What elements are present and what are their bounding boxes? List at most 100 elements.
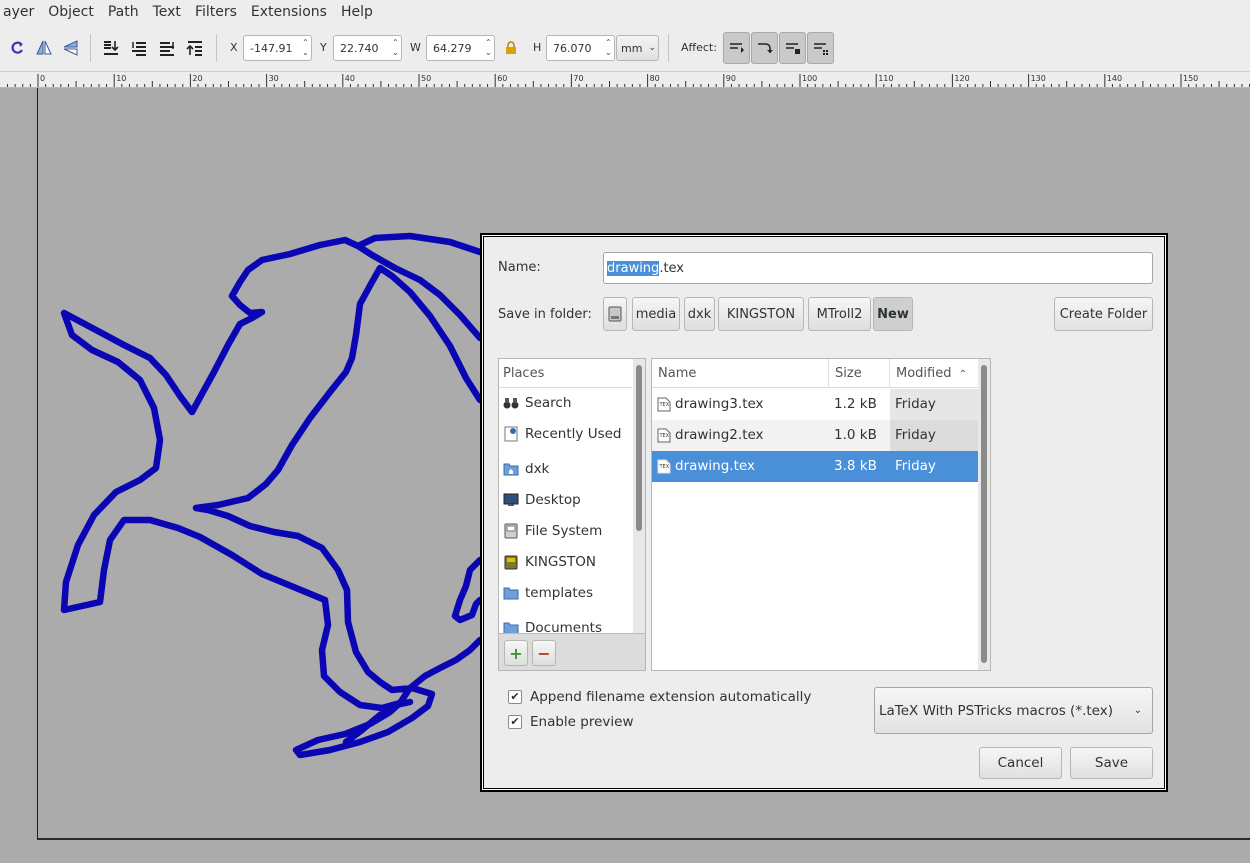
file-row[interactable]: TEX drawing3.tex 1.2 kB Friday bbox=[652, 389, 978, 420]
path-button-media[interactable]: media bbox=[632, 297, 680, 331]
w-input[interactable] bbox=[427, 41, 483, 55]
path-button-kingston[interactable]: KINGSTON bbox=[718, 297, 804, 331]
menu-layer[interactable]: ayer bbox=[0, 0, 41, 24]
append-extension-label[interactable]: Append filename extension automatically bbox=[530, 689, 811, 705]
column-modified-header[interactable]: Modified ⌃ bbox=[890, 359, 978, 388]
desktop-icon bbox=[503, 492, 519, 508]
sort-ascending-icon: ⌃ bbox=[958, 369, 968, 380]
path-root-button[interactable] bbox=[603, 297, 627, 331]
path-button-mtroll2[interactable]: MTroll2 bbox=[808, 297, 871, 331]
x-input[interactable] bbox=[244, 41, 300, 55]
place-dxk[interactable]: dxk bbox=[499, 455, 632, 483]
affect-label: Affect: bbox=[681, 41, 717, 54]
place-recently-used[interactable]: Recently Used bbox=[499, 420, 632, 448]
cancel-button[interactable]: Cancel bbox=[979, 747, 1062, 779]
affect-gradient-button[interactable] bbox=[779, 32, 806, 64]
ruler-label: 120 bbox=[954, 74, 969, 83]
path-button-dxk[interactable]: dxk bbox=[684, 297, 715, 331]
h-spin-arrows[interactable]: ⌃ ⌄ bbox=[603, 36, 614, 60]
ruler-label: 10 bbox=[116, 74, 126, 83]
menu-path[interactable]: Path bbox=[101, 0, 146, 24]
move-patterns-icon bbox=[813, 43, 828, 55]
h-input[interactable] bbox=[547, 41, 603, 55]
save-dialog: Name: drawing .tex Save in folder: media … bbox=[480, 233, 1168, 792]
ruler-label: 20 bbox=[192, 74, 202, 83]
unit-select[interactable]: mm ⌄ bbox=[616, 35, 659, 61]
affect-pattern-button[interactable] bbox=[807, 32, 834, 64]
remove-bookmark-button[interactable]: − bbox=[532, 640, 556, 666]
w-spin-arrows[interactable]: ⌃ ⌄ bbox=[483, 36, 494, 60]
enable-preview-label[interactable]: Enable preview bbox=[530, 714, 634, 730]
place-desktop[interactable]: Desktop bbox=[499, 486, 632, 514]
tex-file-icon: TEX bbox=[657, 459, 671, 474]
home-folder-icon bbox=[503, 461, 519, 477]
places-header[interactable]: Places bbox=[499, 359, 632, 388]
column-size-header[interactable]: Size bbox=[829, 359, 890, 388]
place-file-system[interactable]: File System bbox=[499, 517, 632, 545]
toolbar-separator bbox=[90, 34, 91, 62]
x-spinbox[interactable]: ⌃⌄ bbox=[243, 35, 312, 61]
flip-vertical-icon[interactable] bbox=[60, 37, 82, 59]
rotate-icon[interactable] bbox=[6, 37, 28, 59]
file-type-select[interactable]: LaTeX With PSTricks macros (*.tex) ⌄ bbox=[874, 687, 1153, 734]
toolbar-separator bbox=[668, 34, 669, 62]
place-templates[interactable]: templates bbox=[499, 579, 632, 607]
save-button[interactable]: Save bbox=[1070, 747, 1153, 779]
place-search[interactable]: Search bbox=[499, 389, 632, 417]
drive-icon bbox=[608, 306, 622, 322]
h-spinbox[interactable]: ⌃⌄ bbox=[546, 35, 615, 61]
place-label: Recently Used bbox=[525, 426, 622, 442]
affect-corner-scale-button[interactable] bbox=[751, 32, 778, 64]
chevron-down-icon: ⌄ bbox=[1133, 705, 1142, 716]
w-label: W bbox=[410, 41, 421, 54]
filename-input[interactable]: drawing .tex bbox=[603, 252, 1153, 284]
w-spinbox[interactable]: ⌃⌄ bbox=[426, 35, 495, 61]
file-list-scrollbar[interactable] bbox=[978, 359, 990, 670]
file-name: drawing2.tex bbox=[675, 427, 764, 443]
menu-filters[interactable]: Filters bbox=[188, 0, 244, 24]
path-button-new[interactable]: New bbox=[873, 297, 913, 331]
save-in-folder-label: Save in folder: bbox=[498, 307, 592, 322]
menu-object[interactable]: Object bbox=[41, 0, 101, 24]
horse-outline-path[interactable] bbox=[60, 232, 484, 759]
file-row-selected[interactable]: TEX drawing.tex 3.8 kB Friday bbox=[652, 451, 978, 482]
place-label: File System bbox=[525, 523, 603, 539]
scrollbar-thumb[interactable] bbox=[636, 365, 642, 531]
places-panel: Places Search Recently Used dxk Desktop … bbox=[498, 358, 646, 671]
y-spinbox[interactable]: ⌃⌄ bbox=[333, 35, 402, 61]
flip-horizontal-icon[interactable] bbox=[33, 37, 55, 59]
raise-to-top-icon[interactable] bbox=[184, 37, 206, 59]
menu-extensions[interactable]: Extensions bbox=[244, 0, 334, 24]
scrollbar-thumb[interactable] bbox=[981, 365, 987, 663]
places-scrollbar[interactable] bbox=[633, 359, 645, 633]
y-spin-arrows[interactable]: ⌃ ⌄ bbox=[390, 36, 401, 60]
x-label: X bbox=[230, 41, 238, 54]
column-name-header[interactable]: Name bbox=[652, 359, 829, 388]
add-bookmark-button[interactable]: + bbox=[504, 640, 528, 666]
menu-help[interactable]: Help bbox=[334, 0, 380, 24]
file-row[interactable]: TEX drawing2.tex 1.0 kB Friday bbox=[652, 420, 978, 451]
place-label: Search bbox=[525, 395, 572, 411]
x-spin-arrows[interactable]: ⌃ ⌄ bbox=[300, 36, 311, 60]
enable-preview-checkbox[interactable]: ✔ bbox=[508, 715, 522, 729]
place-label: dxk bbox=[525, 461, 550, 477]
append-extension-checkbox[interactable]: ✔ bbox=[508, 690, 522, 704]
y-input[interactable] bbox=[334, 41, 390, 55]
ruler-label: 140 bbox=[1107, 74, 1122, 83]
name-label: Name: bbox=[498, 260, 541, 275]
binoculars-icon bbox=[503, 395, 519, 411]
tool-controls-bar: X ⌃⌄ Y ⌃⌄ W ⌃⌄ H ⌃⌄ mm ⌄ Affect: bbox=[0, 24, 1250, 72]
menu-text[interactable]: Text bbox=[146, 0, 188, 24]
lower-icon[interactable] bbox=[128, 37, 150, 59]
place-kingston[interactable]: KINGSTON bbox=[499, 548, 632, 576]
lower-to-bottom-icon[interactable] bbox=[100, 37, 122, 59]
checkmark-icon: ✔ bbox=[510, 690, 520, 703]
raise-icon[interactable] bbox=[156, 37, 178, 59]
lock-icon[interactable] bbox=[500, 37, 522, 59]
scale-corners-icon bbox=[757, 43, 773, 53]
affect-stroke-scale-button[interactable] bbox=[723, 32, 750, 64]
file-modified: Friday bbox=[895, 396, 936, 412]
create-folder-button[interactable]: Create Folder bbox=[1054, 297, 1153, 331]
ruler-label: 40 bbox=[345, 74, 355, 83]
horizontal-ruler[interactable]: 0 10 20 30 40 50 60 70 80 90 100 110 120 130 140 150 bbox=[0, 72, 1250, 88]
